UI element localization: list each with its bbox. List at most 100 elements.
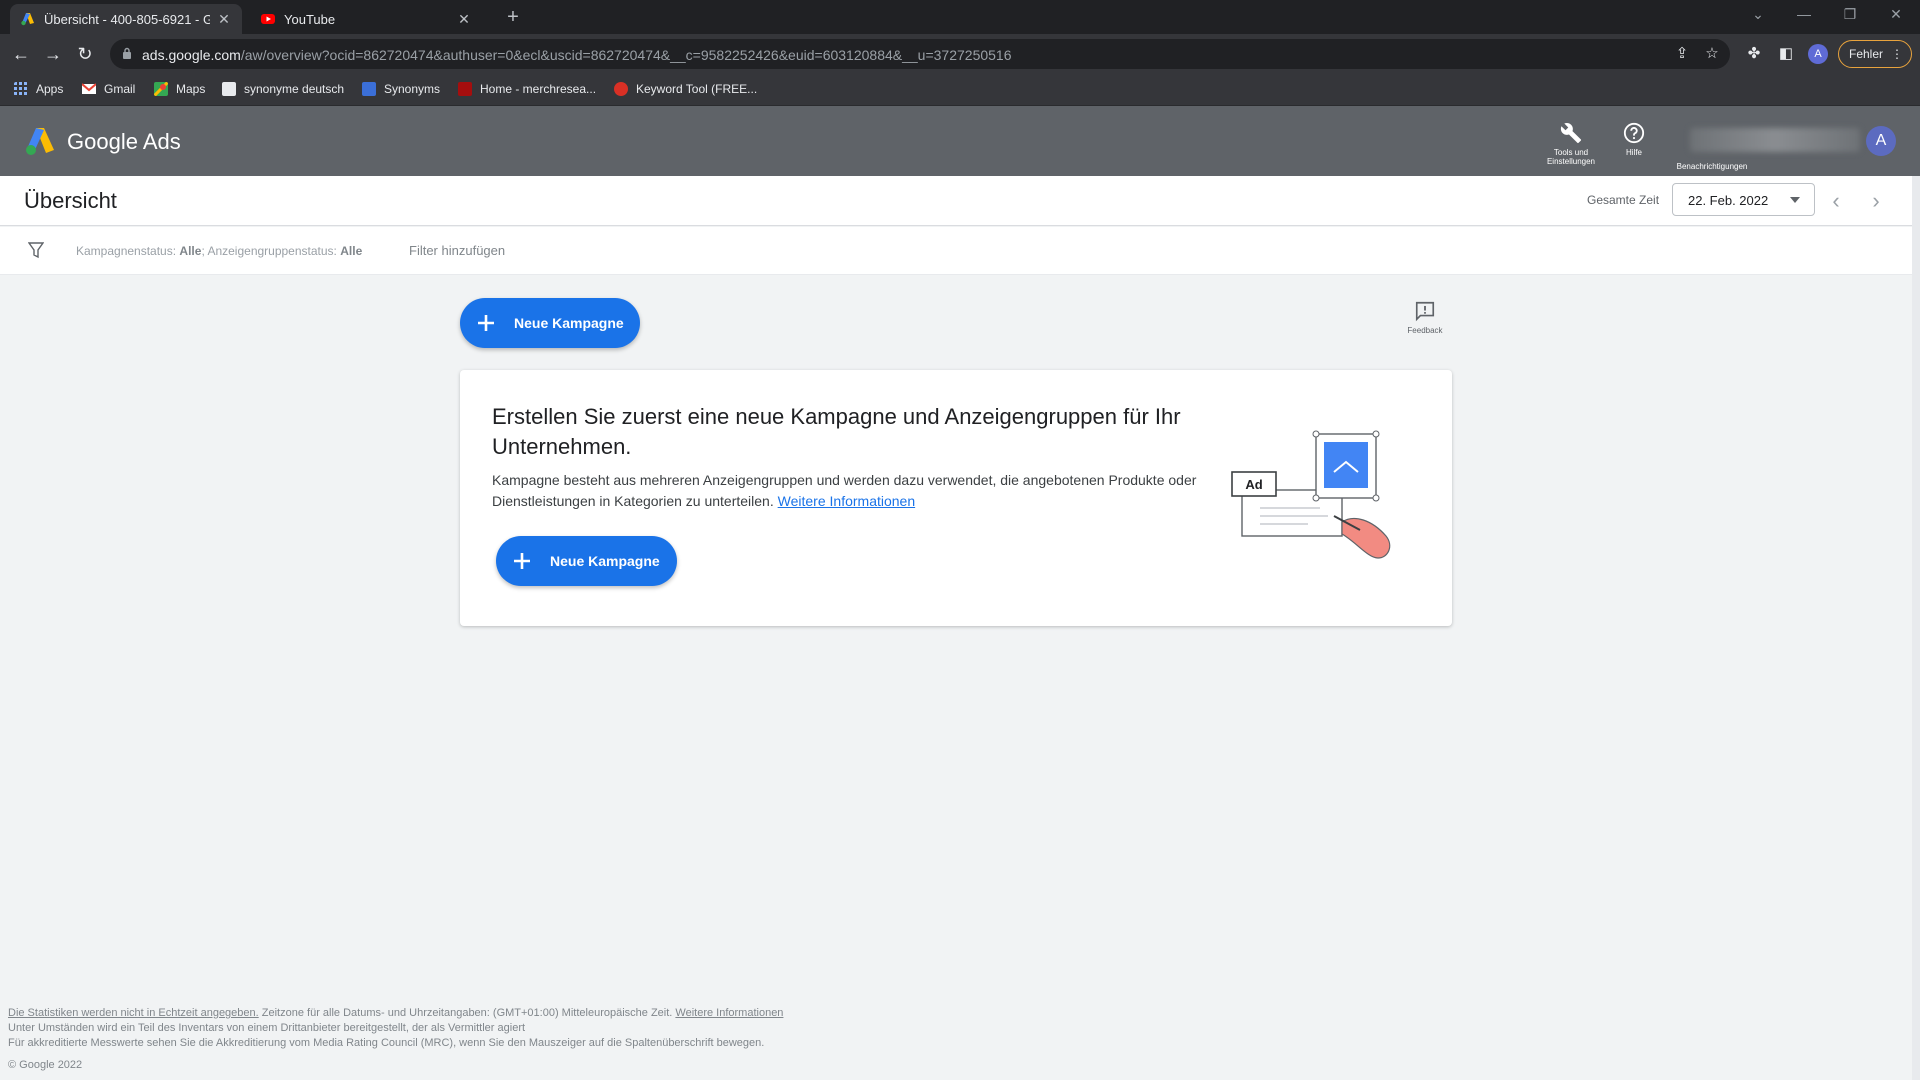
bookmarks-bar: Apps Gmail Maps synonyme deutsch Synonym… — [0, 74, 1920, 106]
tab-google-ads[interactable]: Übersicht - 400-805-6921 - Goo ✕ — [10, 4, 242, 34]
date-range-selector[interactable]: 22. Feb. 2022 — [1672, 183, 1815, 216]
footer-line-1: Die Statistiken werden nicht in Echtzeit… — [8, 1006, 783, 1021]
new-campaign-label: Neue Kampagne — [514, 315, 624, 331]
url-path: /aw/overview?ocid=862720474&authuser=0&e… — [240, 47, 1012, 63]
bookmark-label: Gmail — [104, 82, 136, 96]
campaign-status-value: Alle — [179, 244, 202, 258]
gmail-icon — [82, 83, 96, 94]
empty-state-card: Erstellen Sie zuerst eine neue Kampagne … — [460, 370, 1452, 626]
lock-icon — [123, 47, 131, 59]
google-ads-favicon — [21, 13, 34, 26]
bookmark-label: Home - merchresea... — [480, 82, 597, 96]
close-tab-icon[interactable]: ✕ — [216, 11, 232, 28]
filter-separator: ; — [201, 244, 205, 258]
plus-icon — [514, 553, 530, 569]
timezone-text: Zeitzone für alle Datums- und Uhrzeitang… — [261, 1007, 673, 1019]
realtime-stats-link[interactable]: Die Statistiken werden nicht in Echtzeit… — [8, 1007, 259, 1019]
date-range-value: 22. Feb. 2022 — [1688, 193, 1769, 208]
tab-title: Übersicht - 400-805-6921 - Goo — [44, 11, 210, 27]
more-vert-icon[interactable]: ⋮ — [1891, 47, 1903, 61]
bookmark-apps[interactable]: Apps — [14, 82, 63, 96]
adgroup-status-label: Anzeigengruppenstatus: — [207, 244, 337, 258]
share-icon[interactable]: ⇪ — [1672, 44, 1692, 64]
filter-funnel-icon[interactable] — [28, 241, 44, 259]
notifications-button[interactable]: Benachrichtigungen — [1666, 162, 1758, 171]
account-avatar[interactable]: A — [1866, 126, 1896, 156]
bookmark-merchresearch[interactable]: Home - merchresea... — [458, 82, 596, 96]
previous-period-chevron-icon[interactable]: ‹ — [1826, 188, 1846, 214]
minimize-icon[interactable]: — — [1782, 6, 1826, 22]
bookmark-label: synonyme deutsch — [244, 82, 345, 96]
bookmark-label: Keyword Tool (FREE... — [636, 82, 758, 96]
copyright: © Google 2022 — [8, 1059, 83, 1071]
error-button[interactable]: Fehler ⋮ — [1838, 40, 1912, 68]
card-description: Kampagne besteht aus mehreren Anzeigengr… — [492, 470, 1212, 512]
bookmark-synonyme-deutsch[interactable]: synonyme deutsch — [222, 82, 344, 96]
google-ads-logo-icon[interactable] — [24, 126, 56, 156]
ads-brand-name[interactable]: Google Ads — [67, 129, 181, 155]
add-filter-button[interactable]: Filter hinzufügen — [409, 243, 505, 258]
apps-grid-icon — [14, 82, 27, 95]
side-panel-icon[interactable]: ◧ — [1776, 44, 1796, 64]
tab-youtube[interactable]: YouTube ✕ — [250, 4, 482, 34]
tools-settings-button[interactable]: Tools und Einstellungen — [1540, 122, 1602, 166]
illustration-ad-text: Ad — [1245, 477, 1262, 492]
tab-title: YouTube — [284, 11, 336, 27]
card-new-campaign-button[interactable]: Neue Kampagne — [496, 536, 677, 586]
browser-tab-strip: Übersicht - 400-805-6921 - Goo ✕ YouTube… — [0, 0, 1920, 34]
dropdown-caret-icon — [1790, 197, 1800, 203]
ads-header: Google Ads Tools und Einstellungen Hilfe… — [0, 106, 1920, 176]
plus-icon — [478, 315, 494, 331]
window-close-icon[interactable]: ✕ — [1874, 6, 1918, 23]
notifications-label: Benachrichtigungen — [1676, 162, 1748, 171]
bookmark-synonyms[interactable]: Synonyms — [362, 82, 440, 96]
close-tab-icon[interactable]: ✕ — [456, 11, 472, 28]
synonyms-favicon — [362, 82, 376, 96]
account-info-blurred[interactable] — [1690, 128, 1860, 152]
profile-avatar-icon[interactable]: A — [1808, 44, 1828, 64]
feedback-button[interactable]: Feedback — [1400, 300, 1450, 335]
url-host: ads.google.com — [142, 47, 241, 63]
synonyme-favicon — [222, 82, 236, 96]
bookmark-gmail[interactable]: Gmail — [82, 82, 135, 96]
help-button[interactable]: Hilfe — [1612, 122, 1656, 157]
forward-arrow-icon[interactable]: → — [42, 44, 64, 66]
date-range-label: Gesamte Zeit — [1587, 193, 1660, 207]
restore-icon[interactable]: ❐ — [1828, 6, 1872, 23]
help-icon — [1623, 122, 1645, 144]
page-title: Übersicht — [24, 188, 117, 213]
bookmark-keyword-tool[interactable]: Keyword Tool (FREE... — [614, 82, 757, 96]
new-campaign-button[interactable]: Neue Kampagne — [460, 298, 640, 348]
feedback-label: Feedback — [1407, 326, 1443, 335]
learn-more-link[interactable]: Weitere Informationen — [778, 493, 915, 509]
next-period-chevron-icon[interactable]: › — [1866, 188, 1886, 214]
page-footer: Die Statistiken werden nicht in Echtzeit… — [8, 1006, 783, 1073]
back-arrow-icon[interactable]: ← — [10, 44, 32, 66]
page-title-bar: Übersicht Gesamte Zeit 22. Feb. 2022 ‹ › — [0, 176, 1912, 226]
new-tab-button[interactable]: + — [500, 6, 526, 29]
bookmark-label: Synonyms — [384, 82, 441, 96]
address-bar[interactable]: ads.google.com/aw/overview?ocid=86272047… — [110, 39, 1730, 69]
bookmark-star-icon[interactable]: ☆ — [1702, 44, 1722, 64]
footer-line-3: Für akkreditierte Messwerte sehen Sie di… — [8, 1037, 765, 1049]
bookmark-label: Apps — [36, 82, 64, 96]
help-label: Hilfe — [1625, 148, 1642, 157]
footer-line-2: Unter Umständen wird ein Teil des Invent… — [8, 1022, 526, 1034]
scrollbar-track[interactable] — [1912, 176, 1920, 1080]
reload-icon[interactable]: ↻ — [74, 44, 96, 66]
bookmark-maps[interactable]: Maps — [154, 82, 205, 96]
footer-learn-more-link[interactable]: Weitere Informationen — [675, 1007, 783, 1019]
active-filters[interactable]: Kampagnenstatus: Alle; Anzeigengruppenst… — [76, 244, 362, 258]
merchresearch-favicon — [458, 82, 472, 96]
url-text: ads.google.com/aw/overview?ocid=86272047… — [142, 47, 1012, 63]
tools-label-line1: Tools und — [1553, 148, 1589, 157]
card-new-campaign-label: Neue Kampagne — [550, 553, 660, 569]
ad-creation-illustration: Ad — [1231, 430, 1391, 559]
browser-toolbar: ← → ↻ ads.google.com/aw/overview?ocid=86… — [0, 34, 1920, 74]
maps-icon — [154, 82, 168, 96]
tools-label-line2: Einstellungen — [1546, 157, 1596, 166]
tab-search-chevron-icon[interactable]: ⌄ — [1736, 6, 1780, 23]
wrench-icon — [1560, 123, 1582, 144]
keyword-tool-favicon — [614, 82, 628, 96]
extensions-puzzle-icon[interactable]: ✤ — [1744, 44, 1764, 64]
